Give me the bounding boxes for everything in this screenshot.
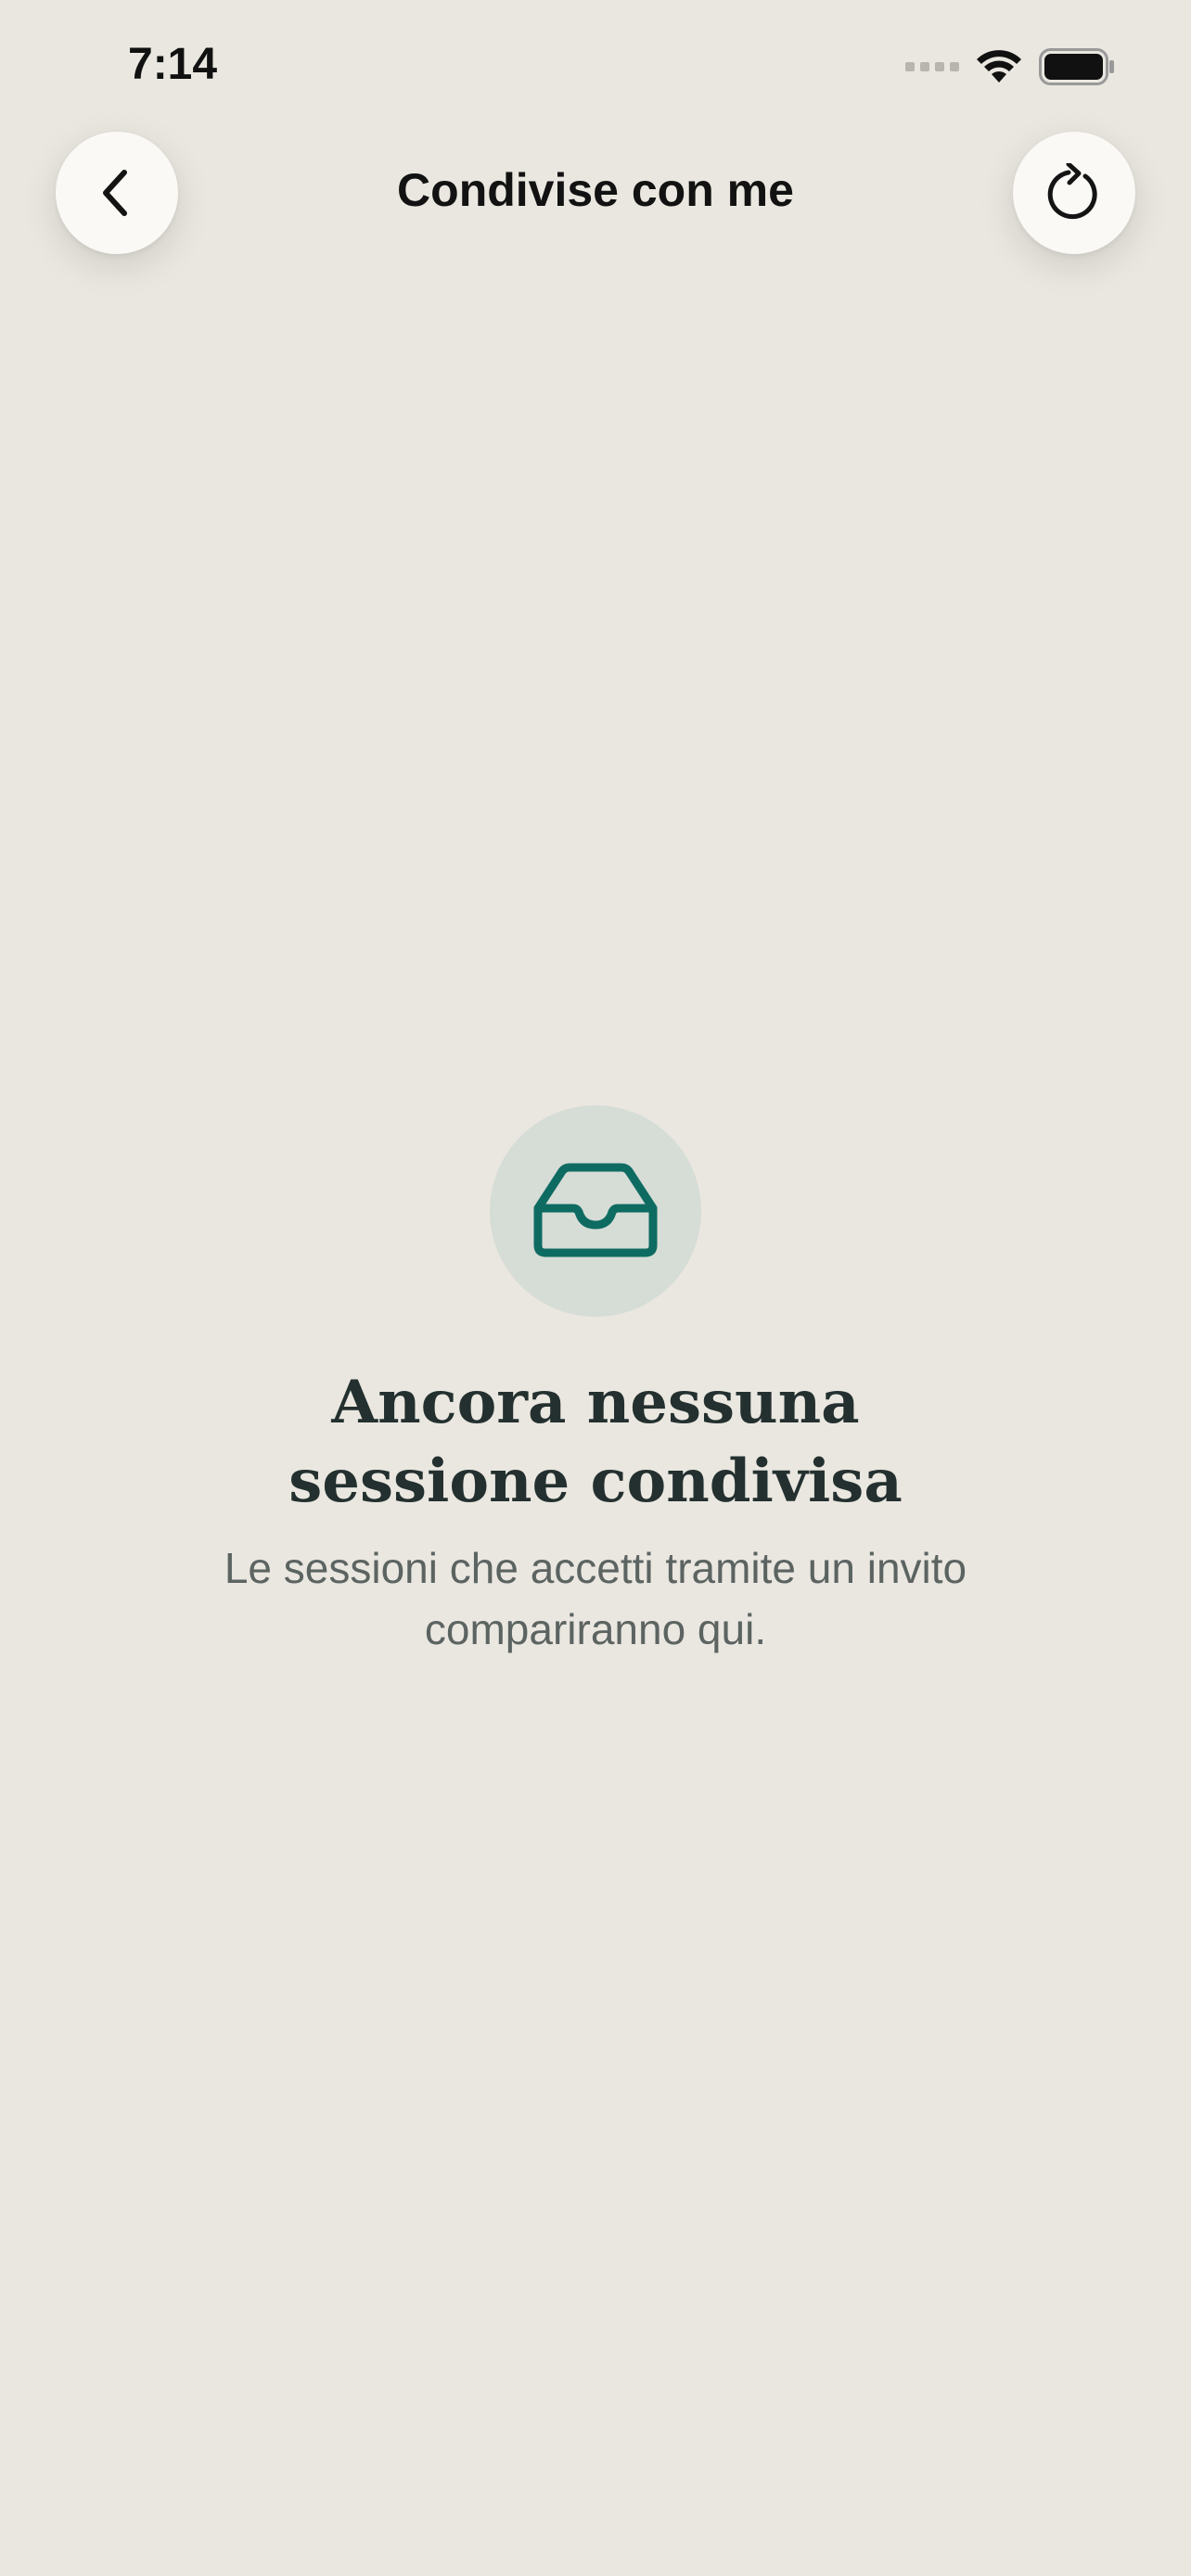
status-time: 7:14	[128, 40, 218, 89]
empty-state-title: Ancora nessuna sessione condivisa	[0, 1363, 1191, 1521]
battery-icon	[1039, 48, 1114, 85]
empty-state-title-line-1: Ancora nessuna	[331, 1368, 860, 1437]
empty-state-title-line-2: sessione condivisa	[288, 1447, 903, 1516]
cellular-signal-icon	[905, 62, 959, 71]
status-icons	[905, 46, 1115, 87]
empty-state-icon-circle	[490, 1105, 701, 1317]
inbox-tray-icon	[533, 1163, 658, 1257]
refresh-icon	[1047, 163, 1097, 220]
wifi-icon	[977, 50, 1021, 83]
empty-state-subtitle: Le sessioni che accetti tramite un invit…	[224, 1544, 967, 1653]
refresh-button[interactable]	[1013, 132, 1135, 254]
